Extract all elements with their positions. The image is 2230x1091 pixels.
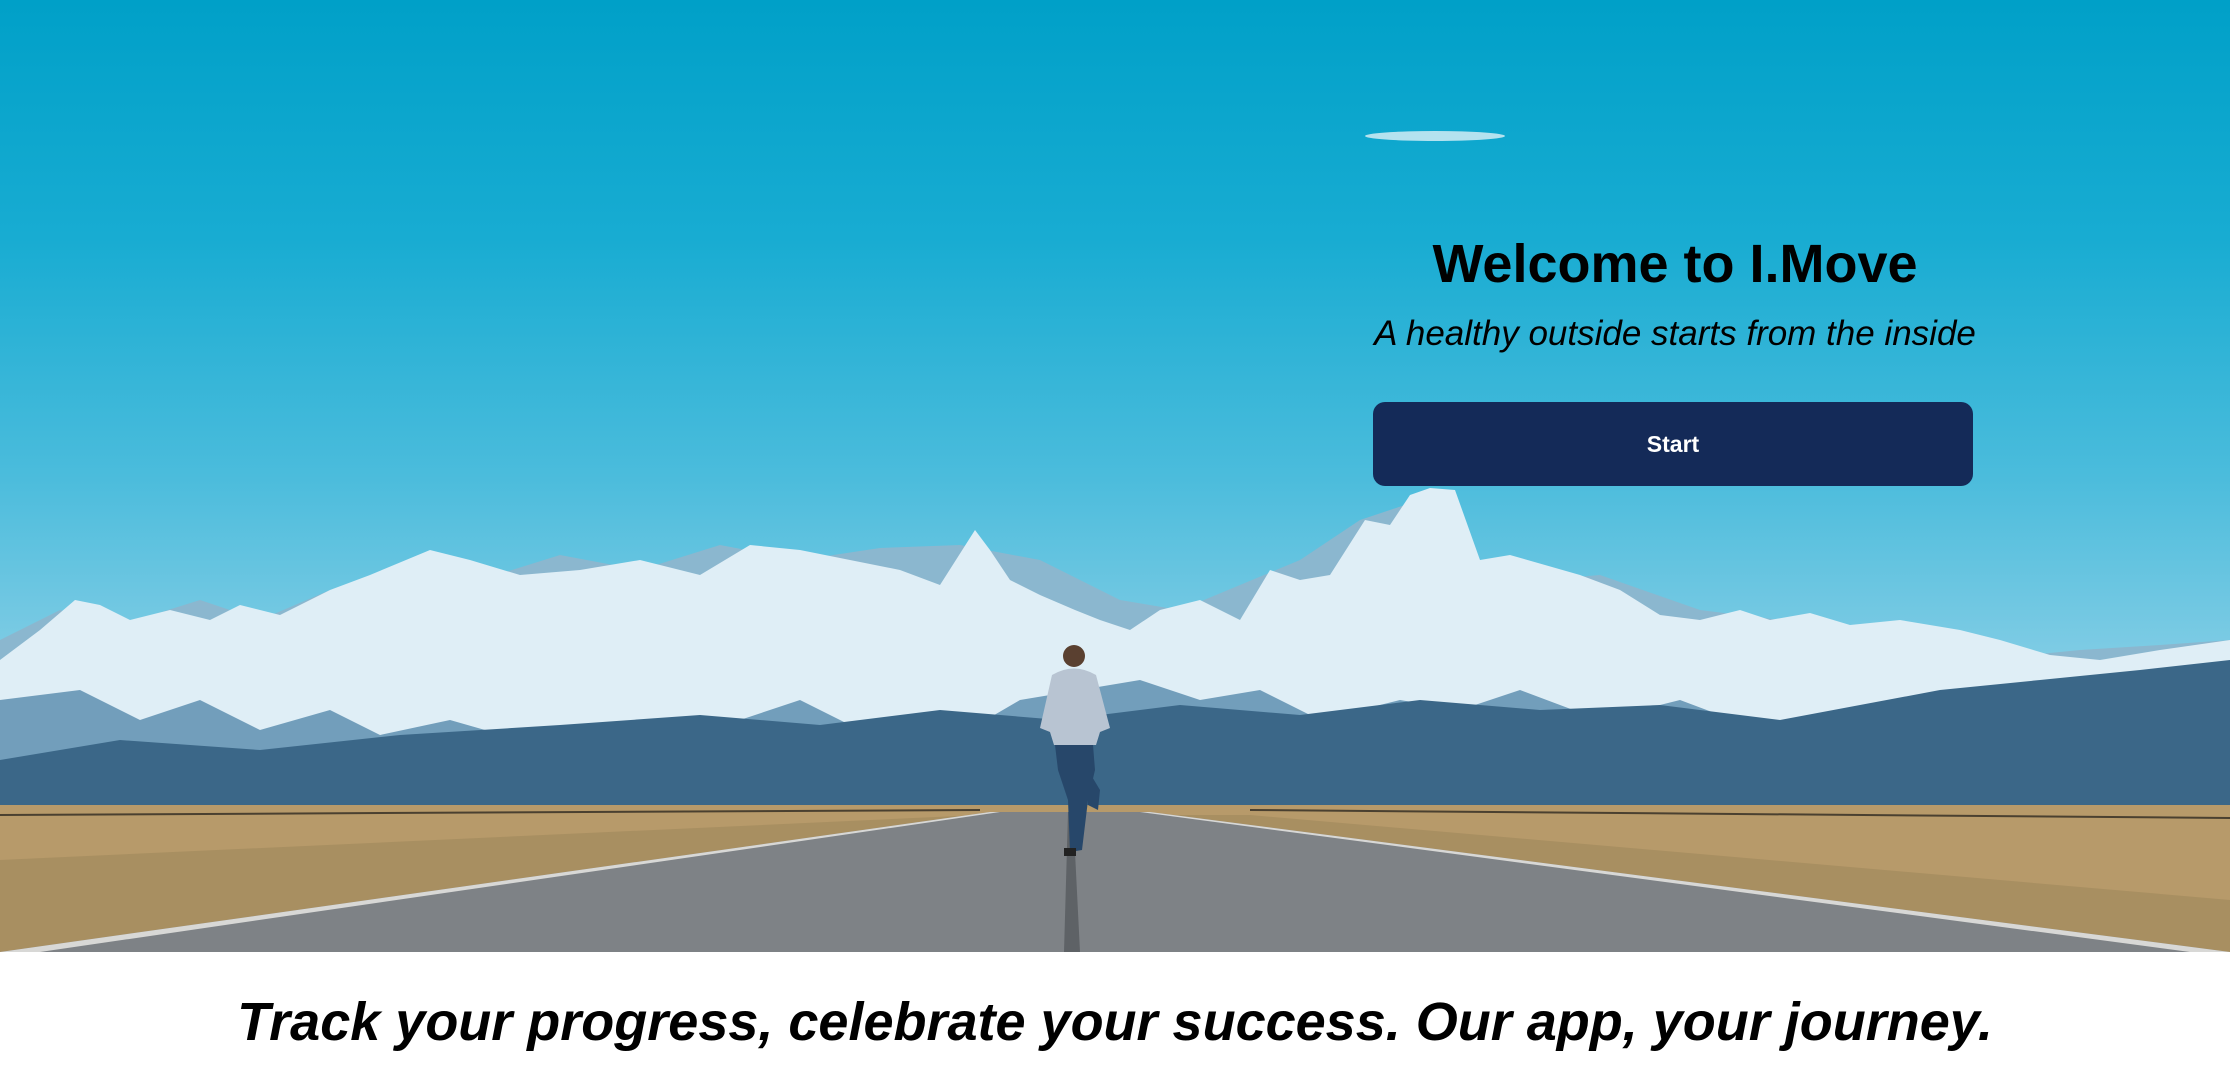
- hero-banner: Welcome to I.Move A healthy outside star…: [0, 0, 2230, 952]
- tagline: A healthy outside starts from the inside: [1374, 314, 1976, 353]
- welcome-panel: Welcome to I.Move A healthy outside star…: [1365, 228, 1985, 356]
- cloud: [1365, 131, 1505, 141]
- start-button[interactable]: Start: [1373, 402, 1973, 486]
- slogan: Track your progress, celebrate your succ…: [237, 991, 1993, 1052]
- page-title: Welcome to I.Move: [1432, 234, 1918, 294]
